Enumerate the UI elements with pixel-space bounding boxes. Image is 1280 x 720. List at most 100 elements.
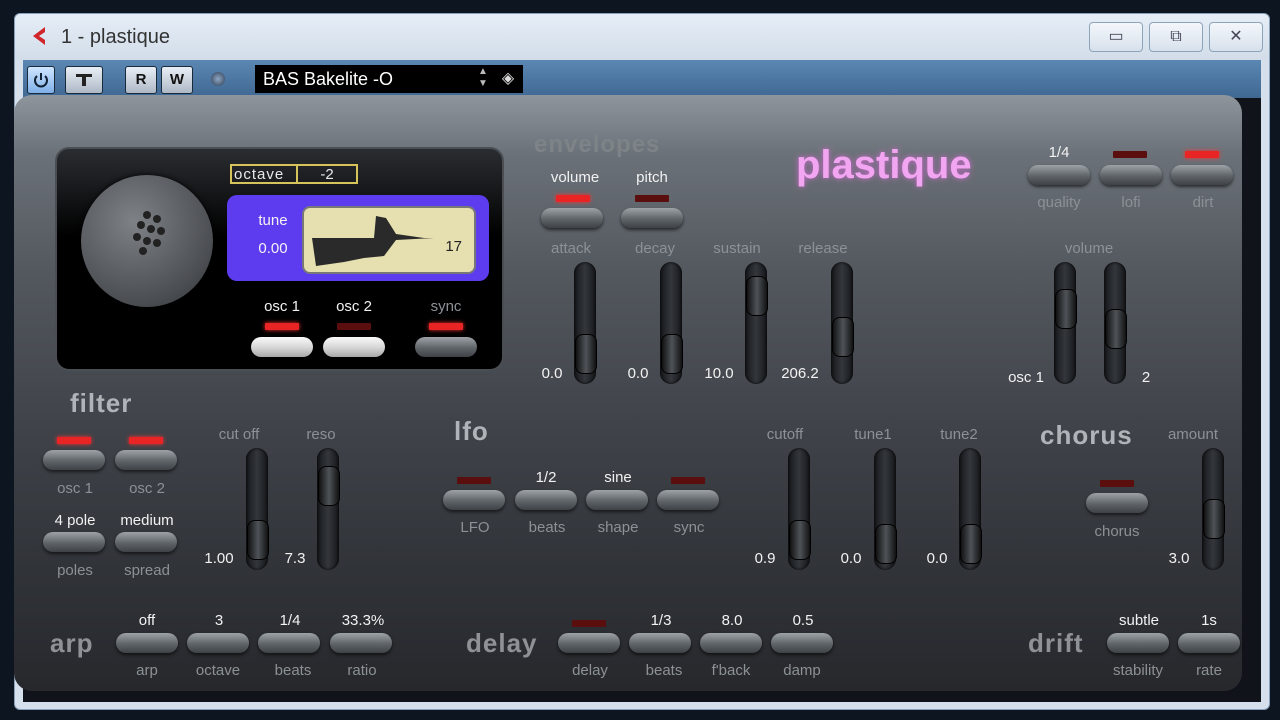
arp-beats-button[interactable] (258, 633, 320, 653)
fader-handle[interactable] (1055, 288, 1077, 329)
sync-led (429, 323, 463, 330)
delay-led (572, 620, 606, 627)
spread-button[interactable] (115, 532, 177, 552)
chorus-button[interactable] (1086, 493, 1148, 513)
lofi-led (1113, 151, 1147, 158)
chorus-title: chorus (1040, 420, 1133, 450)
waveform-display[interactable]: 17 (302, 206, 476, 274)
env-pitch-button[interactable] (621, 208, 683, 228)
deactivate-button[interactable] (65, 66, 103, 94)
lfo-button[interactable] (443, 490, 505, 510)
env-volume-label: volume (550, 169, 600, 186)
lfo-tune1-fader[interactable] (874, 448, 897, 570)
poles-button[interactable] (43, 532, 105, 552)
delay-fback-button[interactable] (700, 633, 762, 653)
lfo-cutoff-fader[interactable] (788, 448, 811, 570)
preset-stepper-icon[interactable]: ▲ ▼ (475, 66, 491, 92)
power-button[interactable] (27, 66, 55, 94)
close-button[interactable]: ✕ (1209, 22, 1263, 52)
osc2-button[interactable] (323, 337, 385, 357)
osc1-button[interactable] (251, 337, 313, 357)
rate-button[interactable] (1178, 633, 1240, 653)
wave-number: 17 (445, 238, 462, 255)
octave-display[interactable]: octave -2 (230, 164, 358, 184)
sync-label: sync (430, 298, 462, 315)
env-pitch-led (635, 195, 669, 202)
fader-handle[interactable] (318, 466, 340, 507)
fader-handle[interactable] (789, 519, 811, 560)
sustain-value: 10.0 (704, 365, 734, 382)
spread-value: medium (120, 512, 174, 529)
envelopes-title: envelopes (534, 131, 661, 158)
release-fader[interactable] (831, 262, 854, 384)
lfo-shape-button[interactable] (586, 490, 648, 510)
delay-title: delay (466, 628, 538, 658)
minimize-button[interactable]: ▭ (1089, 22, 1143, 52)
chorus-led (1100, 480, 1134, 487)
fader-handle[interactable] (1203, 499, 1225, 540)
preset-name: BAS Bakelite -O (263, 69, 394, 89)
fader-handle[interactable] (1105, 309, 1127, 350)
lfo-tune1-label: tune1 (854, 426, 892, 443)
quality-button[interactable] (1028, 165, 1090, 185)
attack-fader[interactable] (574, 262, 597, 384)
sustain-fader[interactable] (745, 262, 768, 384)
filter-osc2-button[interactable] (115, 450, 177, 470)
bypass-icon (76, 74, 92, 86)
octave-divider (296, 164, 298, 184)
lfo-beats-button[interactable] (515, 490, 577, 510)
delay-beats-button[interactable] (629, 633, 691, 653)
fader-handle[interactable] (832, 317, 854, 358)
delay-button[interactable] (558, 633, 620, 653)
arp-ratio-value: 33.3% (341, 612, 385, 629)
cutoff-fader[interactable] (246, 448, 269, 570)
master-osc2-fader[interactable] (1104, 262, 1127, 384)
lofi-button[interactable] (1100, 165, 1162, 185)
stability-button[interactable] (1107, 633, 1169, 653)
filter-osc1-button[interactable] (43, 450, 105, 470)
decay-label: decay (634, 240, 676, 257)
lfo-tune2-fader[interactable] (959, 448, 982, 570)
filter-osc1-label: osc 1 (57, 480, 93, 497)
power-icon (34, 73, 48, 88)
env-volume-led (556, 195, 590, 202)
delay-damp-value: 0.5 (792, 612, 814, 629)
cutoff-label: cut off (218, 426, 260, 443)
master-osc1-fader[interactable] (1054, 262, 1077, 384)
lfo-sync-button[interactable] (657, 490, 719, 510)
lfo-cutoff-label: cutoff (766, 426, 804, 443)
arp-octave-button[interactable] (187, 633, 249, 653)
fader-handle[interactable] (746, 276, 768, 317)
preset-browser-icon[interactable]: ◈ (497, 68, 519, 90)
decay-fader[interactable] (660, 262, 683, 384)
fader-handle[interactable] (247, 519, 269, 560)
arp-octave-value: 3 (214, 612, 224, 629)
delay-damp-button[interactable] (771, 633, 833, 653)
write-automation-button[interactable]: W (161, 66, 193, 94)
arp-ratio-button[interactable] (330, 633, 392, 653)
dirt-button[interactable] (1171, 165, 1233, 185)
reso-fader[interactable] (317, 448, 340, 570)
fader-handle[interactable] (960, 523, 982, 564)
sync-button[interactable] (415, 337, 477, 357)
chorus-label: chorus (1094, 523, 1140, 540)
lfo-tune2-label: tune2 (940, 426, 978, 443)
fader-handle[interactable] (575, 333, 597, 374)
cutoff-value: 1.00 (204, 550, 234, 567)
sustain-label: sustain (713, 240, 761, 257)
maximize-button[interactable]: ⧉ (1149, 22, 1203, 52)
arp-button[interactable] (116, 633, 178, 653)
env-volume-button[interactable] (541, 208, 603, 228)
chorus-amount-fader[interactable] (1202, 448, 1225, 570)
fader-handle[interactable] (875, 523, 897, 564)
quality-value: 1/4 (1048, 144, 1070, 161)
octave-value: -2 (320, 166, 334, 183)
delay-label: delay (572, 662, 608, 679)
fader-handle[interactable] (661, 333, 683, 374)
spread-label: spread (124, 562, 170, 579)
master-osc1-label: osc 1 (1008, 369, 1044, 386)
tune-label: tune (258, 212, 288, 229)
arp-title: arp (50, 628, 94, 658)
read-automation-button[interactable]: R (125, 66, 157, 94)
osc-knob[interactable] (81, 175, 213, 307)
